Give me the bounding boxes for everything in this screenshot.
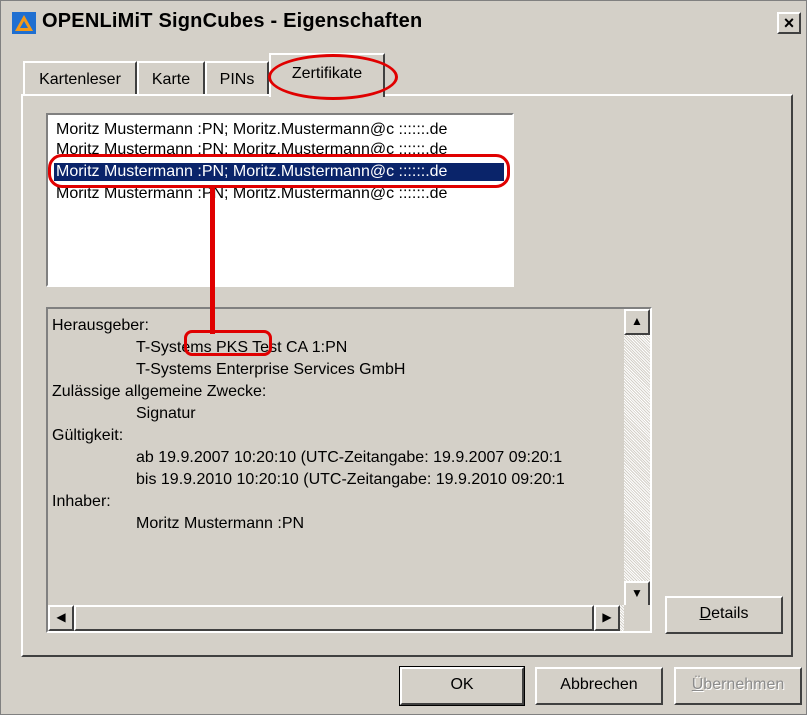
details-value: ab 19.9.2007 10:20:10 (UTC-Zeitangabe: 1… [136, 449, 563, 466]
scroll-up-icon[interactable]: ▲ [624, 309, 650, 335]
apply-button-label: bernehmen [703, 676, 785, 693]
vertical-scrollbar[interactable]: ▲ ▼ [624, 309, 650, 607]
details-value: Signatur [136, 405, 196, 422]
scrollbar-corner [624, 605, 650, 631]
details-label-owner: Inhaber: [52, 493, 111, 510]
certificate-details-textbox[interactable]: Herausgeber: T-Systems PKS Test CA 1:PN … [46, 307, 652, 633]
scroll-left-icon[interactable]: ◀ [48, 605, 74, 631]
tab-kartenleser[interactable]: Kartenleser [23, 61, 137, 95]
horizontal-scroll-thumb[interactable] [74, 605, 594, 631]
properties-dialog: OPENLiMiT SignCubes - Eigenschaften × Ka… [0, 0, 807, 715]
scroll-right-icon[interactable]: ▶ [594, 605, 620, 631]
certificate-details-text: Herausgeber: T-Systems PKS Test CA 1:PN … [52, 315, 565, 535]
details-label-validity: Gültigkeit: [52, 427, 124, 444]
annotation-connector-line [210, 186, 215, 334]
details-value: T-Systems Enterprise Services GmbH [136, 361, 406, 378]
title-bar[interactable]: OPENLiMiT SignCubes - Eigenschaften × [4, 4, 803, 42]
details-value: Moritz Mustermann :PN [136, 515, 305, 532]
cancel-button[interactable]: Abbrechen [535, 667, 663, 705]
ok-button[interactable]: OK [399, 666, 525, 706]
window-title: OPENLiMiT SignCubes - Eigenschaften [42, 10, 423, 32]
openlimit-triangle-icon [12, 12, 36, 34]
details-label-issuer: Herausgeber: [52, 317, 149, 334]
certificate-list-item[interactable]: Moritz Mustermann :PN; Moritz.Mustermann… [56, 121, 447, 139]
apply-button[interactable]: Übernehmen [674, 667, 802, 705]
close-button[interactable]: × [777, 12, 801, 34]
details-value: T-Systems PKS Test CA 1:PN [136, 339, 348, 356]
details-value: bis 19.9.2010 10:20:10 (UTC-Zeitangabe: … [136, 471, 565, 488]
annotation-issuer-highlight [184, 330, 272, 356]
annotation-selected-cert-highlight [48, 154, 510, 188]
tab-pins[interactable]: PINs [205, 61, 269, 95]
tab-karte[interactable]: Karte [137, 61, 205, 95]
annotation-tab-highlight [268, 54, 398, 100]
apply-button-mnemonic: Ü [691, 676, 704, 693]
horizontal-scrollbar[interactable]: ◀ ▶ [48, 605, 624, 631]
scroll-down-icon[interactable]: ▼ [624, 581, 650, 607]
certificate-list[interactable]: Moritz Mustermann :PN; Moritz.Mustermann… [46, 113, 514, 287]
details-label-purposes: Zulässige allgemeine Zwecke: [52, 383, 267, 400]
